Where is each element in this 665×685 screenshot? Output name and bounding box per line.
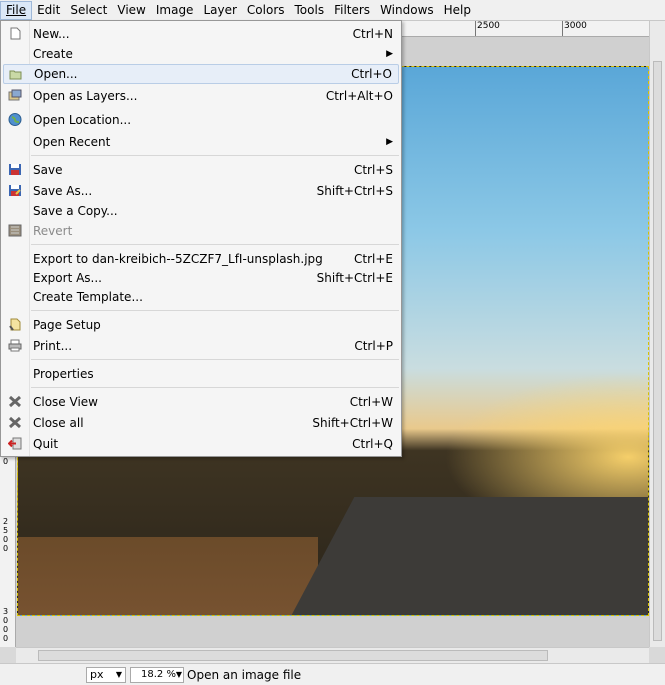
menu-item-open-recent[interactable]: Open Recent ▶ (3, 132, 399, 152)
menu-item-close-view[interactable]: Close View Ctrl+W (3, 392, 399, 412)
ruler-tick (475, 21, 476, 36)
status-message: Open an image file (187, 668, 302, 682)
menu-item-print[interactable]: Print... Ctrl+P (3, 336, 399, 356)
page-setup-icon (9, 318, 21, 331)
menu-item-quit[interactable]: Quit Ctrl+Q (3, 434, 399, 454)
menu-item-create-template[interactable]: Create Template... (3, 287, 399, 307)
menu-item-save[interactable]: Save Ctrl+S (3, 160, 399, 180)
menu-help[interactable]: Help (439, 1, 476, 20)
image-dirt-region (18, 537, 318, 615)
chevron-down-icon: ▼ (175, 670, 182, 679)
folder-open-icon (9, 70, 22, 80)
new-document-icon (10, 27, 21, 40)
menu-separator (31, 310, 399, 311)
ruler-tick (562, 21, 563, 36)
menu-tools[interactable]: Tools (290, 1, 330, 20)
menu-separator (31, 359, 399, 360)
open-layers-icon (8, 89, 22, 101)
submenu-arrow-icon: ▶ (386, 137, 393, 147)
menubar: File Edit Select View Image Layer Colors… (0, 0, 665, 21)
menu-item-close-all[interactable]: Close all Shift+Ctrl+W (3, 413, 399, 433)
menu-select[interactable]: Select (65, 1, 112, 20)
menu-item-save-as[interactable]: Save As... Shift+Ctrl+S (3, 181, 399, 201)
menu-item-open-as-layers[interactable]: Open as Layers... Ctrl+Alt+O (3, 86, 399, 106)
globe-icon (8, 113, 22, 126)
save-as-icon (9, 185, 21, 196)
menu-item-save-a-copy[interactable]: Save a Copy... (3, 201, 399, 221)
vertical-scroll-thumb[interactable] (653, 61, 662, 641)
menu-item-page-setup[interactable]: Page Setup (3, 315, 399, 335)
menu-separator (31, 244, 399, 245)
vertical-scrollbar[interactable] (649, 21, 665, 647)
statusbar: px ▼ 18.2 % ▼ Open an image file (0, 663, 665, 685)
printer-icon (8, 339, 22, 352)
close-icon (8, 395, 22, 408)
menu-image[interactable]: Image (151, 1, 199, 20)
menu-item-create[interactable]: Create ▶ (3, 44, 399, 64)
ruler-label: 0 (3, 457, 9, 466)
horizontal-scroll-thumb[interactable] (38, 650, 548, 661)
menu-separator (31, 155, 399, 156)
menu-item-revert: Revert (3, 221, 399, 241)
menu-file[interactable]: File (0, 0, 33, 20)
menu-colors[interactable]: Colors (242, 1, 290, 20)
quit-icon (8, 437, 22, 450)
ruler-label: 3000 (564, 21, 587, 31)
ruler-label: 3000 (3, 607, 9, 643)
close-all-icon (8, 416, 22, 429)
menu-layer[interactable]: Layer (198, 1, 241, 20)
menu-edit[interactable]: Edit (32, 1, 65, 20)
menu-item-export-to[interactable]: Export to dan-kreibich--5ZCZF7_LfI-unspl… (3, 249, 399, 269)
menu-item-open-location[interactable]: Open Location... (3, 110, 399, 130)
menu-view[interactable]: View (112, 1, 150, 20)
menu-item-properties[interactable]: Properties (3, 364, 399, 384)
file-menu-dropdown: New... Ctrl+N Create ▶ Open... Ctrl+O Op… (0, 20, 402, 457)
horizontal-scrollbar[interactable] (16, 647, 649, 663)
menu-item-open[interactable]: Open... Ctrl+O (3, 64, 399, 84)
menu-item-new[interactable]: New... Ctrl+N (3, 24, 399, 44)
menu-separator (31, 387, 399, 388)
ruler-label: 2500 (477, 21, 500, 31)
menu-windows[interactable]: Windows (375, 1, 439, 20)
save-icon (9, 164, 21, 175)
submenu-arrow-icon: ▶ (386, 49, 393, 59)
ruler-label: 2500 (3, 517, 9, 553)
zoom-field[interactable]: 18.2 % ▼ (130, 667, 184, 683)
menu-item-export-as[interactable]: Export As... Shift+Ctrl+E (3, 268, 399, 288)
revert-icon (8, 224, 22, 237)
menu-filters[interactable]: Filters (329, 1, 375, 20)
chevron-down-icon: ▼ (115, 670, 122, 679)
unit-select[interactable]: px ▼ (86, 667, 126, 683)
